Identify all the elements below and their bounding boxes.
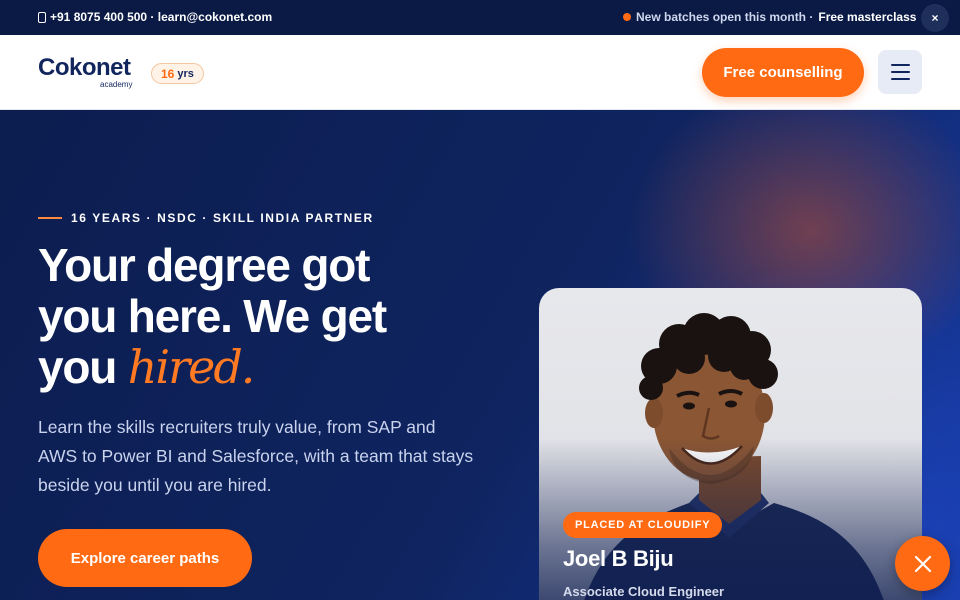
hero-headline: Your degree got you here. We get you hir… — [38, 240, 508, 393]
menu-line — [890, 71, 910, 73]
contact-info[interactable]: +91 8075 400 500 · learn@cokonet.com — [38, 10, 272, 24]
student-name: Joel B Biju — [563, 546, 674, 571]
brand-subtitle: academy — [100, 80, 133, 89]
headline-line-1: Your degree got — [38, 239, 370, 291]
notice-text: New batches open this month · — [636, 10, 814, 24]
close-icon: × — [931, 11, 939, 25]
years-badge: 16 yrs — [151, 63, 204, 84]
live-dot-icon — [623, 13, 631, 21]
free-counselling-button[interactable]: Free counselling — [702, 48, 864, 97]
site-header: Cokonet academy 16 yrs Free counselling — [0, 35, 960, 110]
headline-accent: hired. — [127, 340, 256, 394]
eyebrow-text: 16 YEARS · NSDC · SKILL INDIA PARTNER — [71, 211, 374, 225]
hero-section: 16 YEARS · NSDC · SKILL INDIA PARTNER Yo… — [0, 110, 960, 600]
phone-icon — [38, 11, 46, 23]
student-role: Associate Cloud Engineer — [563, 584, 725, 599]
contact-text[interactable]: +91 8075 400 500 · learn@cokonet.com — [50, 10, 272, 24]
masterclass-link[interactable]: Free masterclass — [818, 10, 916, 24]
eyebrow-line — [38, 217, 62, 219]
hero-lead: Learn the skills recruiters truly value,… — [38, 417, 474, 495]
placement-badge: PLACED AT CLOUDIFY — [563, 512, 723, 538]
headline-line-3: you — [38, 341, 117, 393]
batch-notice[interactable]: New batches open this month · Free maste… — [623, 10, 916, 24]
years-label: yrs — [177, 67, 194, 80]
years-number: 16 — [161, 66, 175, 81]
announcement-bar: +91 8075 400 500 · learn@cokonet.com New… — [0, 0, 960, 35]
menu-line — [890, 78, 910, 80]
close-icon — [914, 555, 931, 572]
hero-eyebrow: 16 YEARS · NSDC · SKILL INDIA PARTNER — [38, 211, 374, 225]
brand-name: Cokonet — [38, 54, 131, 81]
menu-line — [890, 64, 910, 66]
logo[interactable]: Cokonet academy — [38, 54, 132, 90]
testimonial-card[interactable]: PLACED AT CLOUDIFY Joel B Biju Associate… — [539, 288, 922, 600]
explore-career-paths-button[interactable]: Explore career paths — [38, 529, 252, 587]
hamburger-menu-button[interactable] — [878, 50, 922, 94]
close-announcement-button[interactable]: × — [921, 4, 949, 32]
headline-line-2: you here. We get — [38, 290, 387, 342]
floating-close-button[interactable] — [895, 536, 950, 591]
